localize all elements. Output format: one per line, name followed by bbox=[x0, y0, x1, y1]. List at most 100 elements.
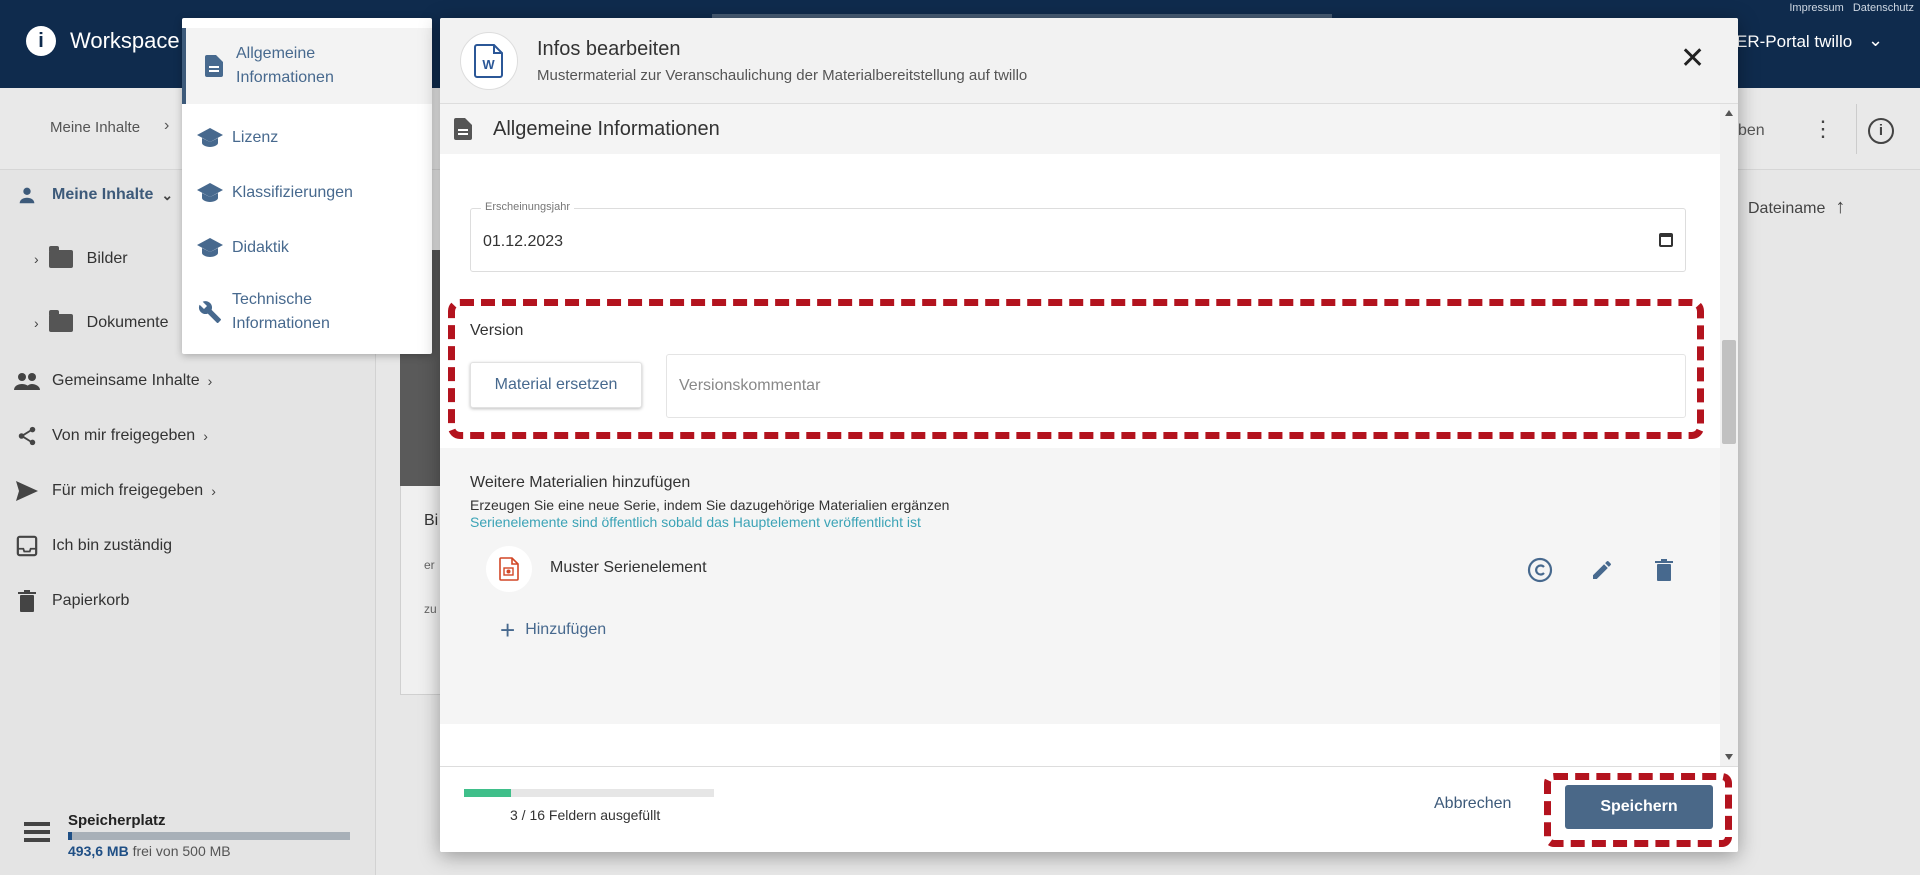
copyright-icon[interactable] bbox=[1526, 556, 1554, 584]
section-nav-technical[interactable]: Technische Informationen bbox=[182, 282, 432, 344]
scroll-up-icon[interactable] bbox=[1725, 110, 1733, 116]
delete-trash-icon[interactable] bbox=[1650, 556, 1678, 584]
more-vert-icon[interactable]: ⋮ bbox=[1812, 116, 1834, 142]
add-series-item-button[interactable]: + Hinzufügen bbox=[500, 617, 607, 643]
date-field-label: Erscheinungsjahr bbox=[481, 201, 574, 213]
toolbar-action-label[interactable]: ben bbox=[1738, 122, 1765, 140]
card-text-fragment: er bbox=[424, 558, 435, 572]
series-item: Muster Serienelement bbox=[486, 546, 1686, 592]
graduation-cap-icon bbox=[196, 181, 224, 205]
progress-fill bbox=[464, 789, 511, 797]
word-file-icon: W bbox=[460, 32, 518, 90]
document-icon bbox=[200, 54, 228, 78]
top-links: Impressum Datenschutz bbox=[1783, 2, 1914, 14]
info-logo-icon: i bbox=[26, 26, 56, 56]
series-item-name: Muster Serienelement bbox=[550, 559, 707, 576]
sidebar-item-label: Ich bin zuständig bbox=[52, 537, 173, 554]
edit-pencil-icon[interactable] bbox=[1588, 556, 1616, 584]
chevron-right-icon: › bbox=[34, 315, 39, 331]
graduation-cap-icon bbox=[196, 236, 224, 260]
dialog-header: W Infos bearbeiten Mustermaterial zur Ve… bbox=[440, 18, 1738, 104]
cancel-button[interactable]: Abbrechen bbox=[1434, 795, 1511, 813]
document-icon bbox=[454, 118, 472, 145]
more-materials-title: Weitere Materialien hinzufügen bbox=[470, 474, 691, 491]
section-header: Allgemeine Informationen bbox=[440, 104, 1720, 154]
person-icon bbox=[14, 184, 40, 206]
sidebar-item-label: Von mir freigegeben bbox=[52, 427, 196, 444]
sidebar-item-shared-with-me[interactable]: Für mich freigegeben › bbox=[14, 478, 216, 504]
share-icon bbox=[14, 425, 40, 447]
more-materials-description: Erzeugen Sie eine neue Serie, indem Sie … bbox=[470, 497, 950, 513]
sidebar-item-responsible[interactable]: Ich bin zuständig bbox=[14, 533, 172, 559]
section-nav-classification[interactable]: Klassifizierungen bbox=[182, 173, 432, 213]
sort-control[interactable]: Dateiname ↑ bbox=[1748, 196, 1845, 219]
section-nav-label: Klassifizierungen bbox=[232, 184, 353, 201]
storage-bar bbox=[68, 832, 350, 840]
more-materials-note: Serienelemente sind öffentlich sobald da… bbox=[470, 514, 921, 530]
graduation-cap-icon bbox=[196, 126, 224, 150]
chevron-right-icon: › bbox=[203, 428, 208, 444]
sidebar-item-shared-by-me[interactable]: Von mir freigegeben › bbox=[14, 423, 208, 449]
close-icon[interactable]: ✕ bbox=[1680, 44, 1705, 74]
folder-icon bbox=[48, 310, 73, 332]
folder-item-bilder[interactable]: › Bilder bbox=[34, 246, 128, 272]
trash-icon bbox=[14, 590, 40, 612]
dialog-footer: 3 / 16 Feldern ausgefüllt Abbrechen Spei… bbox=[440, 766, 1738, 852]
dialog-scrollbar[interactable] bbox=[1720, 104, 1738, 766]
storage-title: Speicherplatz bbox=[68, 812, 166, 829]
sort-label: Dateiname bbox=[1748, 200, 1826, 217]
section-nav-license[interactable]: Lizenz bbox=[182, 118, 432, 158]
portal-switcher[interactable]: ER-Portal twillo bbox=[1736, 32, 1852, 52]
info-icon[interactable]: i bbox=[1868, 118, 1894, 144]
wrench-icon bbox=[196, 300, 224, 324]
fields-progress-bar bbox=[464, 789, 714, 797]
storage-used: 493,6 MB bbox=[68, 843, 129, 859]
section-nav-didactics[interactable]: Didaktik bbox=[182, 228, 432, 268]
presentation-file-icon bbox=[486, 546, 532, 592]
section-navigation: Allgemeine Informationen Lizenz Klassifi… bbox=[182, 18, 432, 354]
svg-text:W: W bbox=[482, 57, 495, 72]
sidebar-item-shared[interactable]: Gemeinsame Inhalte › bbox=[14, 368, 212, 394]
arrow-up-icon: ↑ bbox=[1835, 196, 1846, 218]
section-nav-general[interactable]: Allgemeine Informationen bbox=[182, 28, 432, 104]
storage-text: 493,6 MB frei von 500 MB bbox=[68, 843, 231, 859]
highlight-frame-save bbox=[1544, 773, 1732, 847]
dialog-body: Allgemeine Informationen Erscheinungsjah… bbox=[440, 104, 1720, 766]
edit-info-dialog: W Infos bearbeiten Mustermaterial zur Ve… bbox=[440, 18, 1738, 852]
folder-label: Bilder bbox=[86, 250, 128, 267]
sidebar-item-label: Papierkorb bbox=[52, 592, 130, 609]
divider bbox=[1856, 104, 1857, 154]
publication-date-field[interactable]: Erscheinungsjahr 01.12.2023 bbox=[470, 201, 1686, 272]
card-title-fragment: Bi bbox=[424, 512, 439, 529]
sidebar-item-my-content[interactable]: Meine Inhalte ⌄ bbox=[14, 182, 173, 208]
chevron-right-icon: › bbox=[211, 483, 216, 499]
sidebar-item-label: Gemeinsame Inhalte bbox=[52, 372, 200, 389]
sidebar-item-trash[interactable]: Papierkorb bbox=[14, 588, 129, 614]
scroll-down-icon[interactable] bbox=[1725, 754, 1733, 760]
section-nav-label: Allgemeine Informationen bbox=[236, 45, 334, 86]
chevron-right-icon: › bbox=[34, 251, 39, 267]
dialog-title: Infos bearbeiten bbox=[537, 38, 681, 60]
impressum-link[interactable]: Impressum bbox=[1789, 2, 1843, 14]
storage-icon bbox=[24, 822, 50, 844]
group-icon bbox=[14, 370, 40, 392]
chevron-right-icon: › bbox=[207, 373, 213, 389]
scrollbar-thumb[interactable] bbox=[1722, 340, 1736, 444]
app-brand: Workspace bbox=[70, 28, 180, 53]
datenschutz-link[interactable]: Datenschutz bbox=[1853, 2, 1914, 14]
sidebar-item-label: Meine Inhalte bbox=[52, 186, 154, 203]
chevron-right-icon: › bbox=[164, 117, 170, 134]
calendar-icon[interactable] bbox=[1659, 233, 1673, 247]
add-button-label: Hinzufügen bbox=[525, 621, 607, 638]
chevron-down-icon[interactable]: ⌄ bbox=[1868, 30, 1883, 51]
section-nav-label: Lizenz bbox=[232, 129, 279, 146]
sidebar-item-label: Für mich freigegeben bbox=[52, 482, 204, 499]
fields-progress-text: 3 / 16 Feldern ausgefüllt bbox=[510, 807, 661, 823]
folder-item-dokumente[interactable]: › Dokumente bbox=[34, 310, 169, 336]
section-title: Allgemeine Informationen bbox=[493, 118, 720, 140]
chevron-down-icon: ⌄ bbox=[161, 186, 174, 203]
breadcrumb[interactable]: Meine Inhalte bbox=[50, 119, 140, 136]
inbox-icon bbox=[14, 535, 40, 557]
more-materials-section: Weitere Materialien hinzufügen Erzeugen … bbox=[440, 448, 1720, 724]
send-icon bbox=[14, 480, 40, 502]
